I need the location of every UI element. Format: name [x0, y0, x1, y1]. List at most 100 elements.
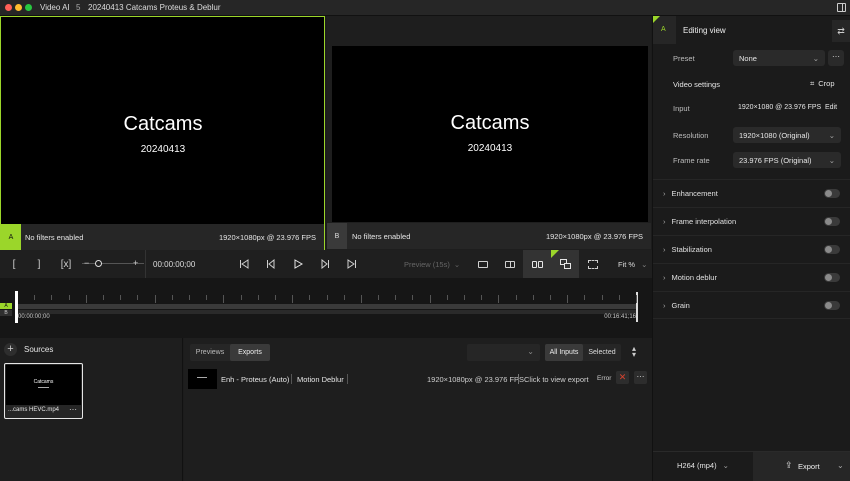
- zoom-window-button[interactable]: [25, 4, 32, 11]
- play-icon: [294, 259, 303, 269]
- preset-more-button[interactable]: ⋯: [828, 50, 844, 66]
- tab-previews[interactable]: Previews: [190, 344, 230, 361]
- ruler-tick: [464, 295, 466, 300]
- export-button[interactable]: ⇪ Export ⌄: [753, 452, 850, 481]
- ruler-tick: [223, 295, 225, 303]
- error-icon[interactable]: ✕: [616, 371, 629, 384]
- ruler-tick: [188, 295, 190, 300]
- viewer-b-badge: B: [327, 223, 347, 249]
- tab-exports[interactable]: Exports: [230, 344, 270, 361]
- tab-selected[interactable]: Selected: [583, 344, 621, 361]
- fullscreen-button[interactable]: [579, 250, 607, 278]
- preview-duration-label: Preview (15s): [404, 259, 450, 269]
- more-options-icon[interactable]: ⋯: [634, 371, 647, 384]
- ruler-tick: [343, 295, 345, 300]
- sources-title: Sources: [24, 345, 54, 354]
- export-model-name: Enh - Proteus (Auto): [221, 375, 290, 384]
- framerate-dropdown[interactable]: 23.976 FPS (Original) ⌄: [733, 152, 841, 168]
- stabilization-toggle[interactable]: [824, 245, 840, 254]
- editing-view-badge: A: [661, 26, 666, 33]
- viewer-a-filters: No filters enabled: [25, 233, 84, 242]
- preset-value: None: [739, 53, 757, 63]
- ruler-tick: [378, 295, 380, 300]
- project-title: 20240413 Catcams Proteus & Deblur: [88, 3, 221, 12]
- section-stabilization[interactable]: › Stabilization: [653, 235, 850, 263]
- zoom-slider-handle[interactable]: [95, 260, 102, 267]
- swap-view-icon[interactable]: ⇄: [832, 20, 850, 42]
- section-enhancement[interactable]: › Enhancement: [653, 179, 850, 207]
- minimize-window-button[interactable]: [15, 4, 22, 11]
- single-view-button[interactable]: [469, 250, 497, 278]
- enhancement-toggle[interactable]: [824, 189, 840, 198]
- resolution-dropdown[interactable]: 1920×1080 (Original) ⌄: [733, 127, 841, 143]
- side-by-side-view-button[interactable]: [523, 250, 551, 278]
- skip-forward-icon: [347, 259, 356, 269]
- ruler-tick: [395, 295, 397, 300]
- zoom-out-icon[interactable]: −: [84, 258, 89, 268]
- editing-view-title: Editing view: [683, 26, 726, 35]
- crop-button[interactable]: ⌗ Crop: [810, 79, 835, 89]
- section-motion-deblur[interactable]: › Motion deblur: [653, 263, 850, 291]
- resolution-label: Resolution: [673, 131, 709, 140]
- export-status: Error: [597, 375, 612, 382]
- mark-out-button[interactable]: ]: [25, 250, 53, 278]
- play-button[interactable]: [284, 250, 312, 278]
- input-label: Input: [673, 104, 690, 113]
- exports-panel: Previews Exports ⌄ All Inputs Selected ▴…: [184, 338, 652, 481]
- export-row[interactable]: Enh - Proteus (Auto) Motion Deblur 1920×…: [188, 369, 648, 391]
- preview-duration-dropdown[interactable]: Preview (15s) ⌄: [397, 250, 465, 278]
- add-source-button[interactable]: +: [4, 343, 17, 356]
- chevron-right-icon: ›: [663, 189, 666, 198]
- motion-deblur-toggle[interactable]: [824, 273, 840, 282]
- zoom-in-icon[interactable]: +: [133, 258, 138, 268]
- video-title-text: Catcams: [123, 113, 203, 135]
- timecode-display[interactable]: 00:00:00;00: [153, 260, 195, 269]
- section-label: Enhancement: [671, 189, 718, 198]
- ruler-tick: [257, 295, 259, 300]
- go-to-end-button[interactable]: [338, 250, 366, 278]
- viewer-b[interactable]: Catcams 20240413 B No filters enabled 19…: [327, 16, 651, 250]
- viewer-b-video: Catcams 20240413: [332, 46, 648, 222]
- source-item[interactable]: Catcams ...cams HEVC.mp4 ⋯: [4, 363, 83, 419]
- viewer-a[interactable]: Catcams 20240413 A No filters enabled 19…: [0, 16, 325, 250]
- split-view-button[interactable]: [496, 250, 524, 278]
- frame-interpolation-toggle[interactable]: [824, 217, 840, 226]
- mark-in-button[interactable]: [: [0, 250, 28, 278]
- step-forward-button[interactable]: [311, 250, 339, 278]
- ruler-tick: [51, 295, 53, 300]
- step-forward-icon: [321, 259, 329, 269]
- ruler-tick: [120, 295, 122, 300]
- ruler-tick: [515, 295, 517, 300]
- grain-toggle[interactable]: [824, 300, 840, 310]
- single-view-icon: [478, 260, 488, 268]
- sidebar-toggle-icon[interactable]: [837, 3, 846, 12]
- preset-label: Preset: [673, 54, 695, 63]
- tab-all-inputs[interactable]: All Inputs: [545, 344, 583, 361]
- step-back-button[interactable]: [257, 250, 285, 278]
- preset-dropdown[interactable]: None ⌄: [733, 50, 825, 66]
- track-a-badge: A: [0, 303, 12, 309]
- export-model-name-2: Motion Deblur: [297, 375, 344, 384]
- ruler-tick: [584, 295, 586, 300]
- track-b-bar: [17, 310, 636, 314]
- close-window-button[interactable]: [5, 4, 12, 11]
- section-grain[interactable]: › Grain: [653, 291, 850, 319]
- section-frame-interpolation[interactable]: › Frame interpolation: [653, 207, 850, 235]
- editing-panel: A Editing view ⇄ Preset None ⌄ ⋯ Video s…: [652, 16, 850, 481]
- clear-marks-button[interactable]: [x]: [52, 250, 80, 278]
- sort-icon[interactable]: ▴ ▾: [632, 345, 636, 359]
- ruler-tick: [636, 295, 637, 303]
- ruler-tick: [326, 295, 328, 300]
- edit-input-link[interactable]: Edit: [825, 104, 837, 111]
- go-to-start-button[interactable]: [230, 250, 258, 278]
- click-to-view-export-link[interactable]: Click to view export: [524, 375, 589, 384]
- timeline[interactable]: A B 00:00:00;00 00:16:41;16: [0, 278, 652, 338]
- ruler-tick: [532, 295, 534, 300]
- filter-dropdown[interactable]: ⌄: [467, 344, 540, 361]
- transport-bar: [ ] [x] − + 00:00:00;00 Preview (15s) ⌄: [0, 250, 652, 278]
- more-options-icon[interactable]: ⋯: [69, 405, 77, 414]
- codec-dropdown[interactable]: H264 (mp4) ⌄: [677, 461, 729, 470]
- zoom-dropdown[interactable]: Fit % ⌄: [612, 250, 652, 278]
- ruler-tick: [154, 295, 156, 303]
- chevron-down-icon: ⌄: [641, 259, 648, 269]
